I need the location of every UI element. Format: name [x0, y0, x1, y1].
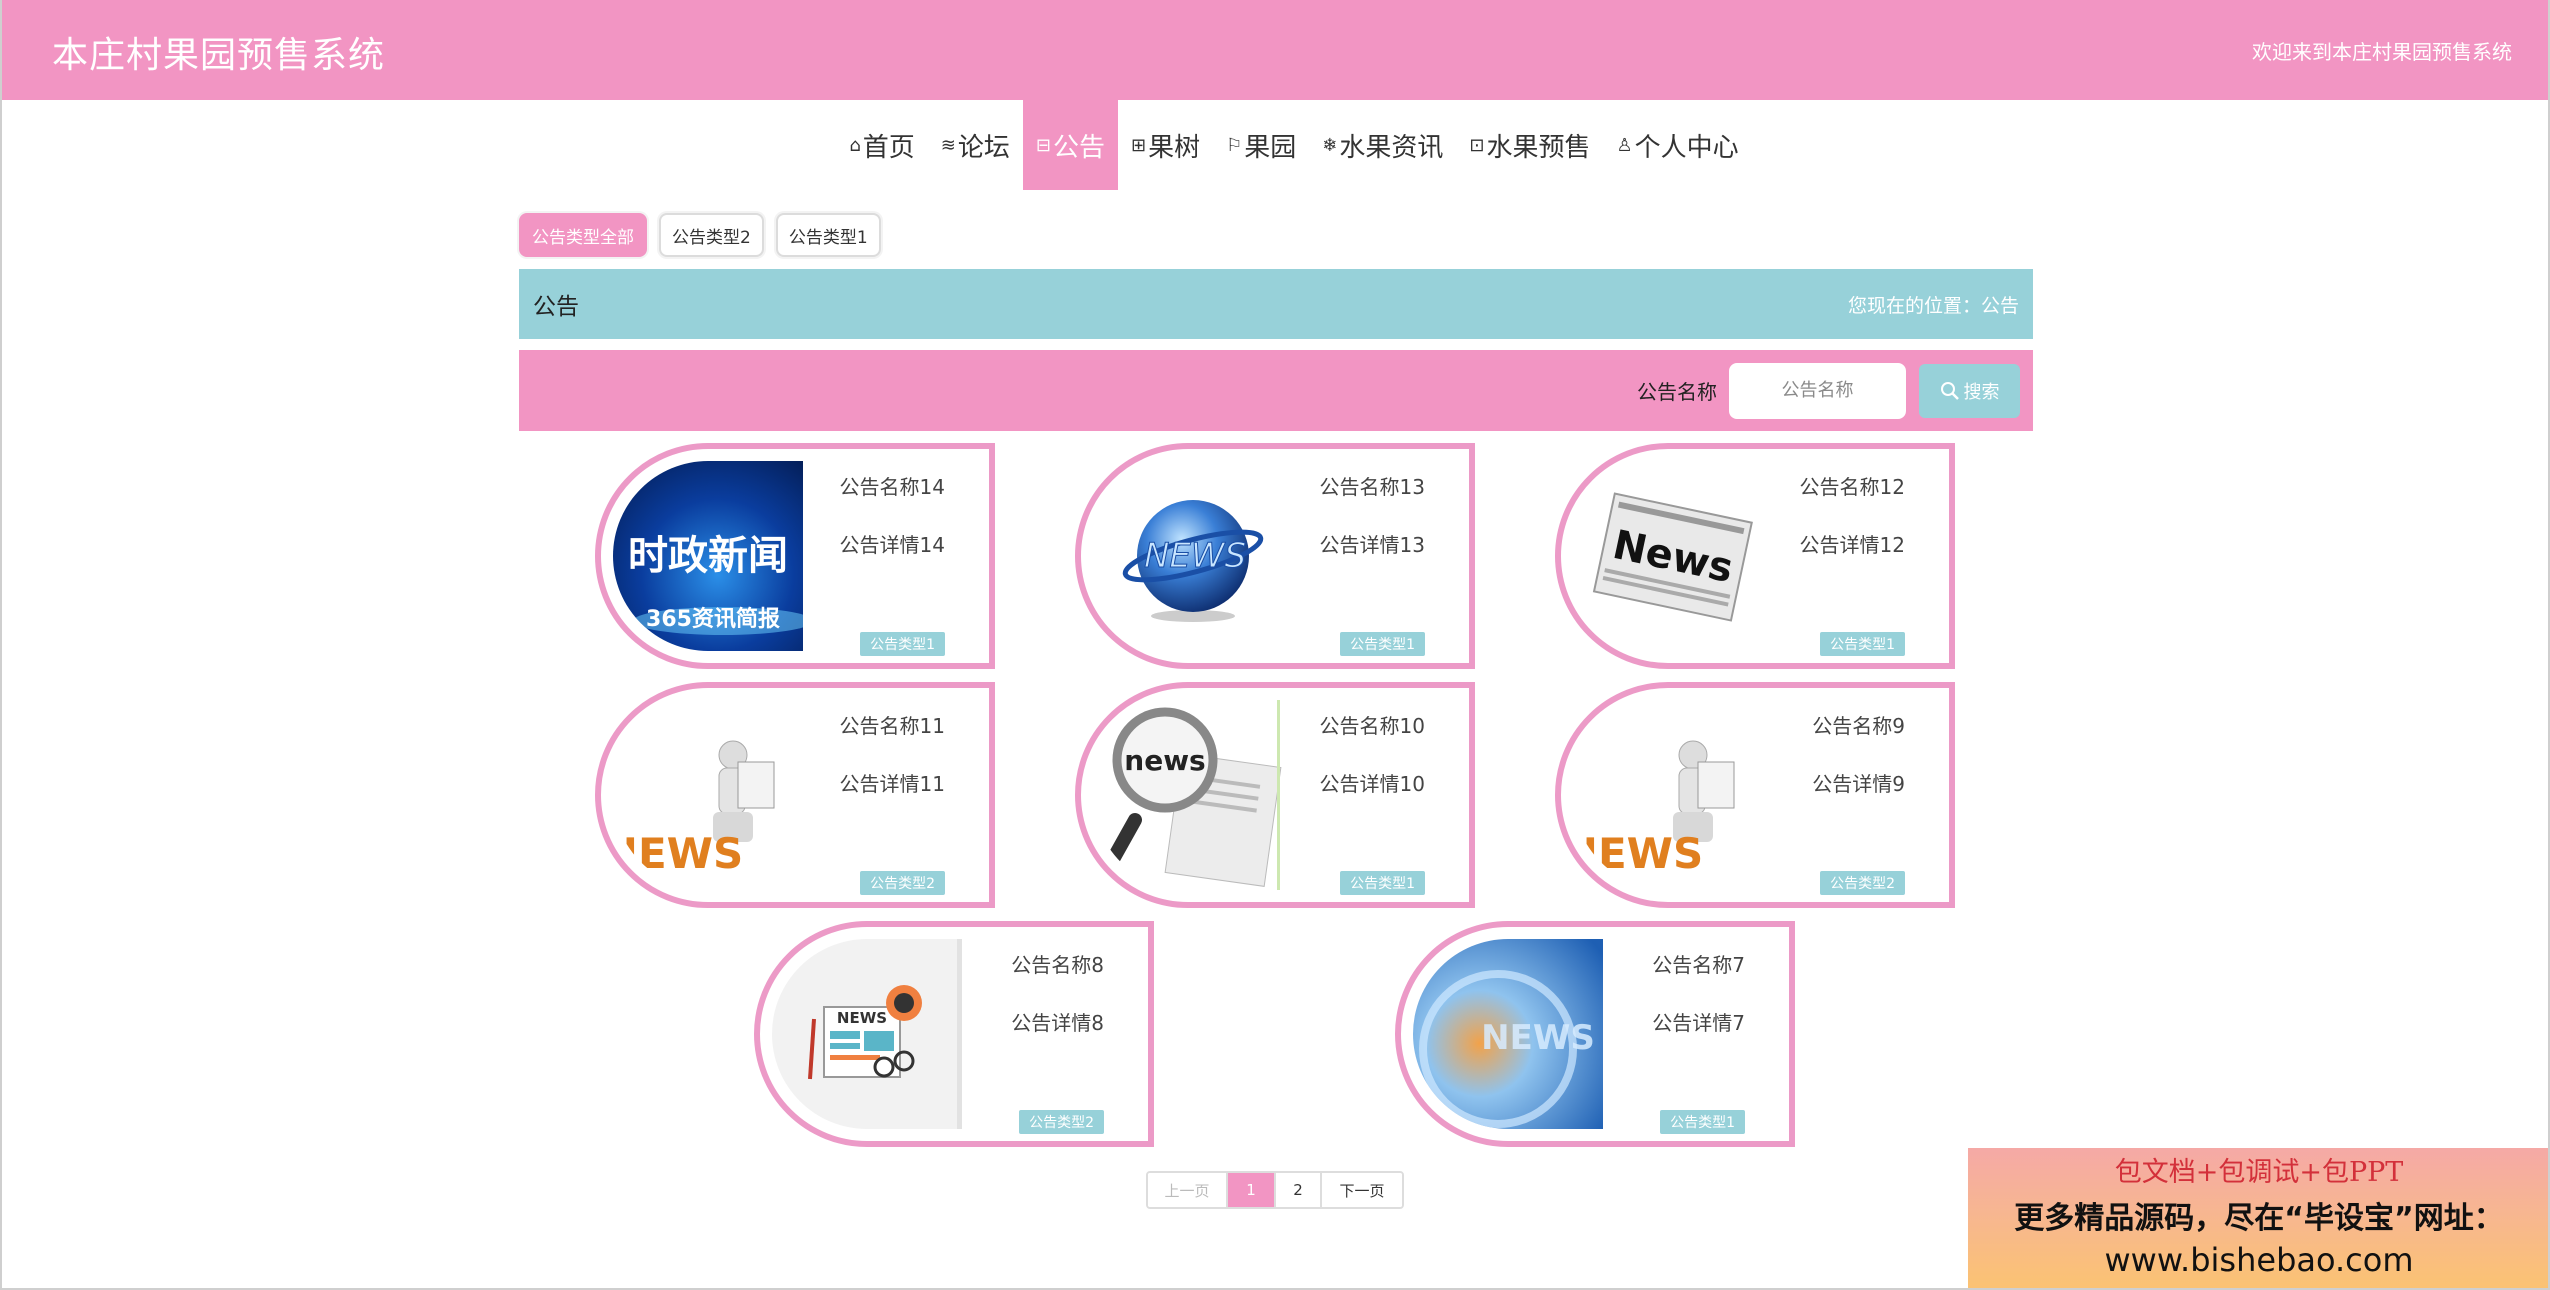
card-image-title: NEWS [837, 1009, 887, 1027]
snowflake-icon: ❄ [1322, 134, 1338, 156]
nav-label: 个人中心 [1634, 132, 1739, 163]
notice-type-badge: 公告类型2 [1820, 871, 1905, 895]
flag-icon: ⚐ [1226, 134, 1243, 156]
search-button[interactable]: 搜索 [1919, 363, 2020, 418]
type-filter-1[interactable]: 公告类型1 [775, 213, 881, 257]
notice-image: NEWS [613, 700, 803, 890]
user-icon: ♙ [1616, 134, 1633, 156]
notice-detail: 公告详情12 [1799, 533, 1905, 557]
promo-line-1: 包文档+包调试+包PPT [2114, 1157, 2404, 1188]
notice-image: 时政新闻 365资讯简报 [613, 461, 803, 651]
notice-image: news [1093, 700, 1283, 890]
layers-icon: ≋ [940, 134, 956, 156]
nav-item-profile[interactable]: ♙ 个人中心 [1604, 100, 1752, 190]
gift-icon: ⊟ [1035, 134, 1051, 156]
nav-item-fruit-tree[interactable]: ⊞ 果树 [1118, 100, 1213, 190]
promo-url: www.bishebao.com [2104, 1241, 2414, 1279]
notice-card[interactable]: NEWS 公告名称13 公告详情13 公告类型1 [1075, 443, 1475, 669]
type-filter-all[interactable]: 公告类型全部 [519, 213, 647, 257]
search-button-label: 搜索 [1963, 381, 2000, 402]
notice-detail: 公告详情7 [1652, 1011, 1745, 1035]
notice-name: 公告名称9 [1812, 714, 1905, 738]
notice-name: 公告名称10 [1319, 714, 1425, 738]
notice-name: 公告名称8 [1011, 953, 1104, 977]
card-image-title: NEWS [613, 829, 743, 878]
notice-type-badge: 公告类型1 [1660, 1110, 1745, 1134]
notice-detail: 公告详情8 [1011, 1011, 1104, 1035]
notice-name: 公告名称11 [839, 714, 945, 738]
section-title-bar: 公告 您现在的位置：公告 [519, 269, 2033, 339]
main-nav: ⌂ 首页 ≋ 论坛 ⊟ 公告 ⊞ 果树 ⚐ 果园 ❄ 水果资讯 ⊡ 水果预售 ♙… [0, 100, 2550, 190]
notice-image: NEWS [1573, 700, 1763, 890]
nav-label: 首页 [862, 132, 915, 163]
notice-type-badge: 公告类型2 [1019, 1110, 1104, 1134]
search-input[interactable] [1729, 362, 1906, 419]
notice-card[interactable]: 时政新闻 365资讯简报 公告名称14 公告详情14 公告类型1 [595, 443, 995, 669]
notice-name: 公告名称13 [1319, 475, 1425, 499]
notice-detail: 公告详情14 [839, 533, 945, 557]
nav-item-orchard[interactable]: ⚐ 果园 [1213, 100, 1309, 190]
nav-label: 果园 [1244, 132, 1297, 163]
nav-label: 论坛 [957, 132, 1010, 163]
type-filter-2[interactable]: 公告类型2 [659, 213, 764, 257]
card-image-title: news [1124, 744, 1205, 777]
notice-card[interactable]: news 公告名称10 公告详情10 公告类型1 [1075, 682, 1475, 908]
notice-detail: 公告详情11 [839, 772, 945, 796]
search-icon [1940, 381, 1959, 400]
notice-card[interactable]: NEWS 公告名称8 公告详情8 公告类型2 [754, 921, 1154, 1147]
card-image-title: NEWS [1144, 536, 1246, 576]
card-image-title: NEWS [1481, 1018, 1595, 1058]
pagination: 上一页 1 2 下一页 [1146, 1171, 1404, 1209]
notice-detail: 公告详情10 [1319, 772, 1425, 796]
notice-detail: 公告详情13 [1319, 533, 1425, 557]
search-bar: 公告名称 搜索 [519, 350, 2033, 431]
notice-card[interactable]: News 公告名称12 公告详情12 公告类型1 [1555, 443, 1955, 669]
welcome-text: 欢迎来到本庄村果园预售系统 [2252, 40, 2512, 64]
nav-label: 水果预售 [1486, 132, 1591, 163]
notice-card[interactable]: NEWS 公告名称9 公告详情9 公告类型2 [1555, 682, 1955, 908]
notice-type-badge: 公告类型1 [1340, 632, 1425, 656]
breadcrumb: 您现在的位置：公告 [1847, 294, 2019, 317]
site-title[interactable]: 本庄村果园预售系统 [52, 26, 385, 78]
apps-icon: ⊡ [1469, 134, 1485, 156]
home-icon: ⌂ [849, 134, 861, 156]
notice-image: NEWS [772, 939, 962, 1129]
next-page-button[interactable]: 下一页 [1322, 1173, 1402, 1207]
notice-card[interactable]: NEWS 公告名称11 公告详情11 公告类型2 [595, 682, 995, 908]
nav-item-home[interactable]: ⌂ 首页 [836, 100, 927, 190]
notice-type-badge: 公告类型1 [860, 632, 945, 656]
notice-card[interactable]: NEWS 公告名称7 公告详情7 公告类型1 [1395, 921, 1795, 1147]
notice-image: NEWS [1093, 461, 1283, 651]
nav-item-presale[interactable]: ⊡ 水果预售 [1456, 100, 1603, 190]
notice-image: News [1573, 461, 1763, 651]
page-button-2[interactable]: 2 [1276, 1173, 1322, 1207]
notice-name: 公告名称7 [1652, 953, 1745, 977]
notice-image: NEWS [1413, 939, 1603, 1129]
section-title: 公告 [533, 294, 579, 320]
promo-line-2: 更多精品源码，尽在“毕设宝”网址： [2014, 1201, 2504, 1236]
nav-item-fruit-news[interactable]: ❄ 水果资讯 [1309, 100, 1456, 190]
prev-page-button[interactable]: 上一页 [1148, 1173, 1228, 1207]
card-image-title: 时政新闻 [628, 533, 788, 579]
notice-type-badge: 公告类型1 [1820, 632, 1905, 656]
nav-label: 公告 [1053, 132, 1106, 163]
search-label: 公告名称 [1637, 380, 1717, 404]
page-button-1[interactable]: 1 [1228, 1173, 1276, 1207]
notice-name: 公告名称14 [839, 475, 945, 499]
nav-item-notice[interactable]: ⊟ 公告 [1022, 100, 1119, 190]
grid-icon: ⊞ [1131, 134, 1147, 156]
header-bar: 本庄村果园预售系统 欢迎来到本庄村果园预售系统 [0, 0, 2550, 100]
notice-name: 公告名称12 [1799, 475, 1905, 499]
notice-detail: 公告详情9 [1812, 772, 1905, 796]
promo-banner[interactable]: 包文档+包调试+包PPT 更多精品源码，尽在“毕设宝”网址： www.bishe… [1968, 1148, 2550, 1290]
nav-label: 果树 [1148, 132, 1201, 163]
notice-type-badge: 公告类型2 [860, 871, 945, 895]
nav-label: 水果资讯 [1339, 132, 1444, 163]
card-image-subtitle: 365资讯简报 [646, 606, 780, 632]
notice-type-badge: 公告类型1 [1340, 871, 1425, 895]
card-image-title: NEWS [1573, 829, 1703, 878]
nav-item-forum[interactable]: ≋ 论坛 [928, 100, 1023, 190]
type-filter-group: 公告类型全部 公告类型2 公告类型1 [519, 213, 881, 257]
